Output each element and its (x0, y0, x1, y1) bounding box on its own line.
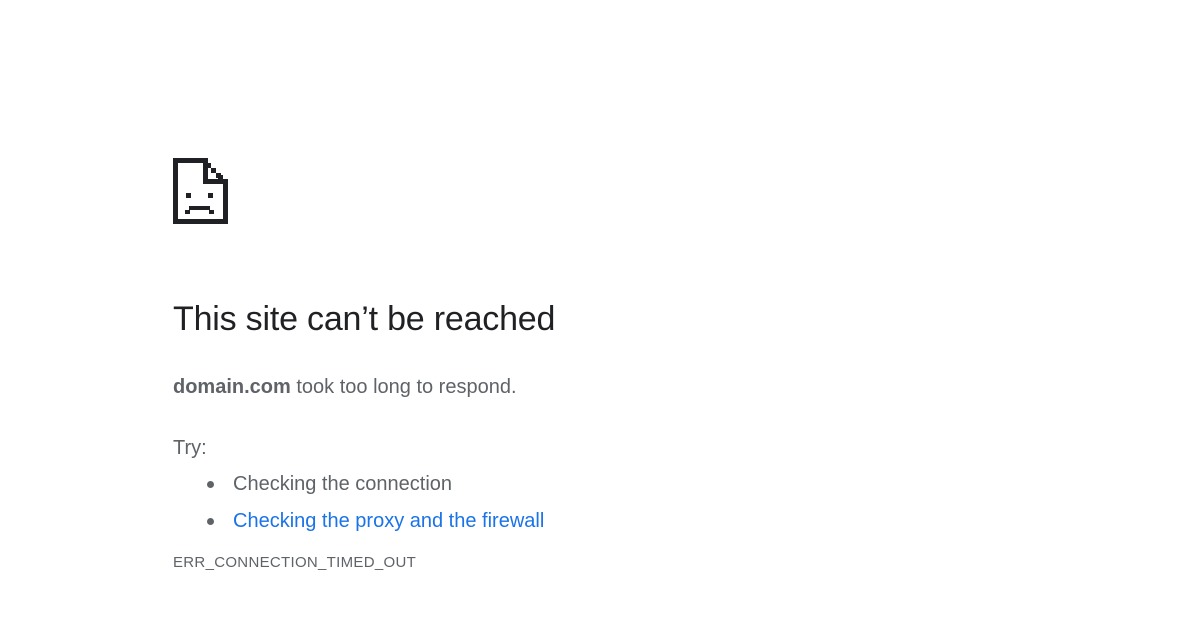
error-code: ERR_CONNECTION_TIMED_OUT (173, 554, 417, 571)
summary-text: took too long to respond. (290, 376, 517, 398)
list-item: Checking the connection (206, 470, 993, 498)
try-label: Try: (173, 437, 207, 459)
error-page: This site can’t be reached domain.com to… (173, 158, 993, 573)
error-summary: domain.com took too long to respond. (173, 373, 993, 401)
suggestions-list: Checking the connection Checking the pro… (173, 470, 993, 535)
proxy-firewall-link[interactable]: Checking the proxy and the firewall (233, 510, 544, 532)
list-item: Checking the proxy and the firewall (206, 507, 993, 535)
sad-page-icon (173, 158, 228, 224)
bullet-icon (207, 518, 214, 525)
suggestion-text: Checking the connection (233, 473, 453, 495)
page-title: This site can’t be reached (173, 300, 556, 338)
domain-name: domain.com (173, 376, 291, 398)
bullet-icon (207, 481, 214, 488)
